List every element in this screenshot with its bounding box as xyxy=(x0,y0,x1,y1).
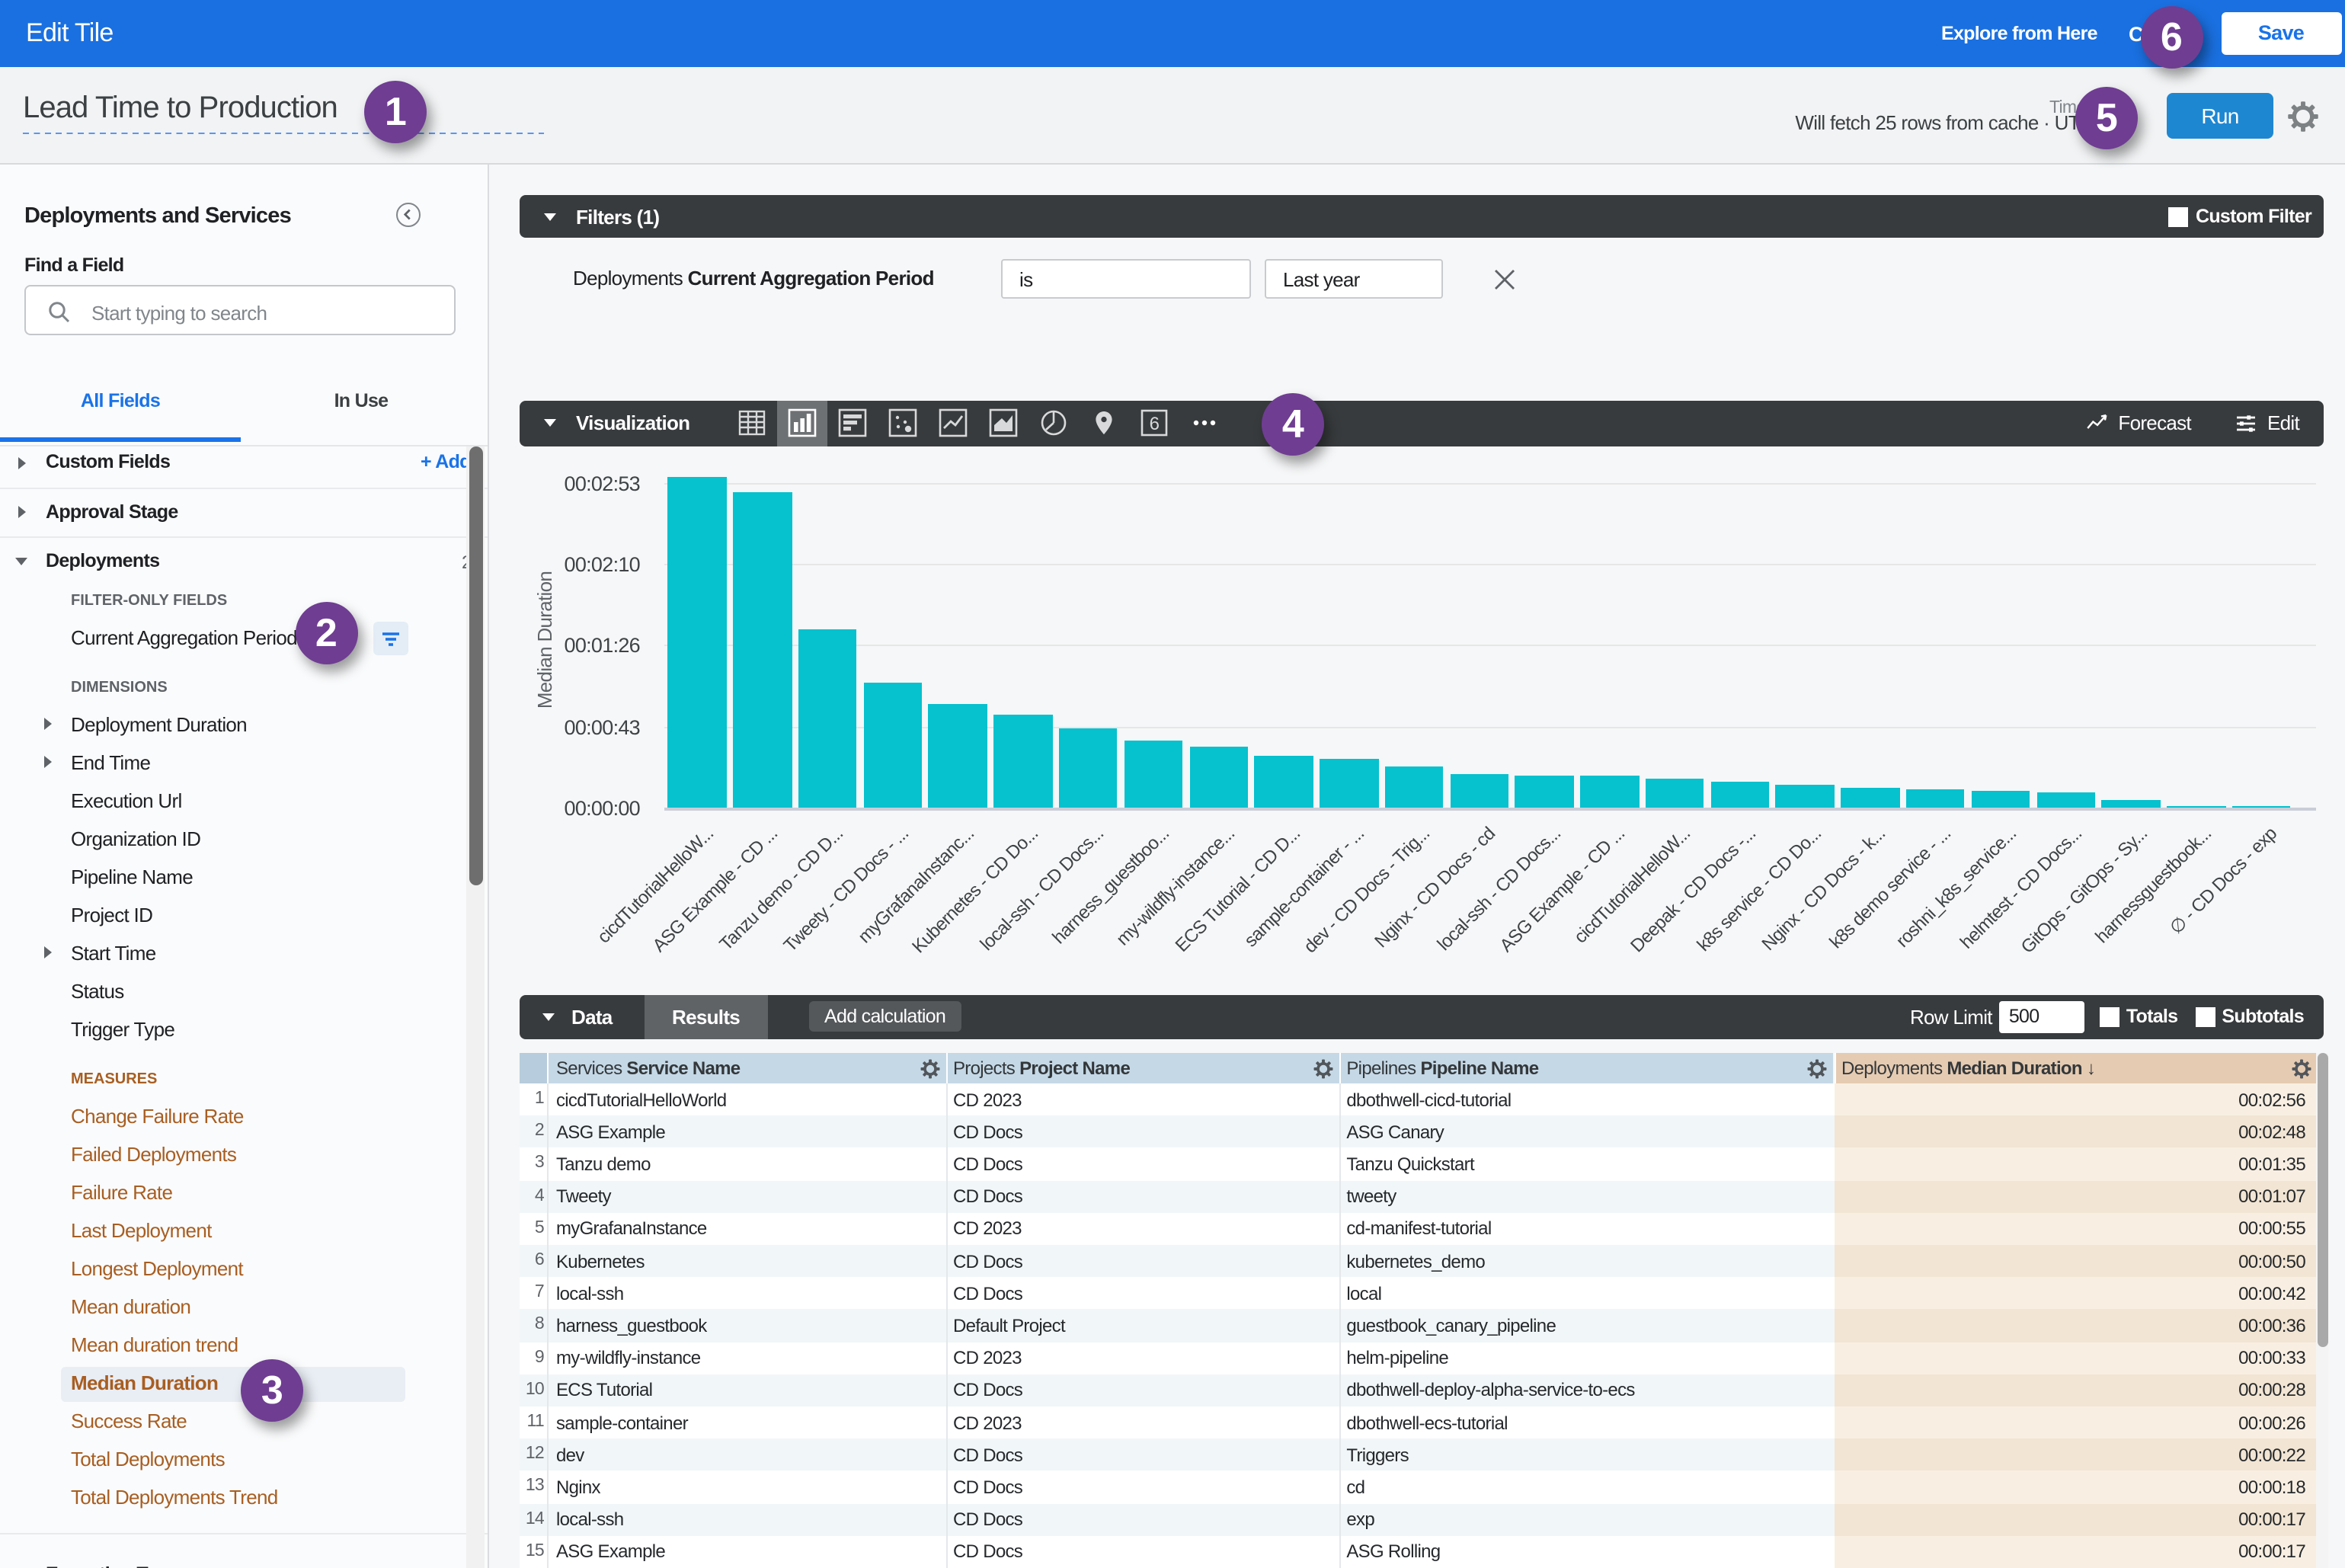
svg-text:6: 6 xyxy=(1149,414,1159,435)
